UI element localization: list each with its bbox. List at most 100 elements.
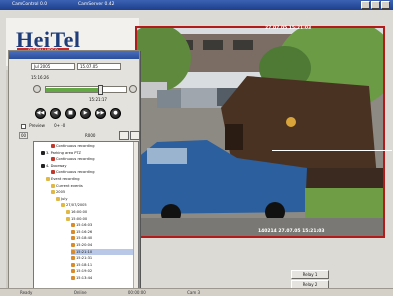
tree-item[interactable]: Continuous recording (51, 156, 136, 162)
tree-item-label: 16:00:00 (71, 210, 88, 214)
tree-scrollbar[interactable] (133, 142, 138, 290)
time-readout: 15:16:26 (31, 75, 49, 80)
speed-label: 00 (19, 132, 28, 139)
tree-item[interactable]: 15:19:02 (71, 268, 136, 274)
tree-item-label: 2005 (56, 190, 66, 195)
tree-item[interactable]: 15:18:11 (71, 262, 136, 268)
tree-item[interactable]: Event recording (46, 176, 136, 182)
tree-item[interactable]: 3. Parking area PTZ (41, 150, 136, 156)
tree-item-label: 3. Parking area PTZ (46, 150, 82, 155)
play-button[interactable]: ▶ (80, 108, 91, 119)
tree-item-label: 4. Doorway (46, 163, 67, 168)
speed-row: 00 R000 (19, 131, 140, 140)
folder-icon (56, 196, 60, 201)
tree-item[interactable]: 15:20:04 (71, 242, 136, 248)
folder-icon (61, 203, 65, 208)
minimize-button[interactable] (361, 1, 370, 9)
tree-item-label: 15:21:10 (76, 249, 93, 254)
statusbar: Ready Online 00:00:00 Cam 3 (0, 288, 393, 296)
end-time: 15:21:17 (89, 97, 107, 102)
tree-item[interactable]: July (56, 196, 136, 202)
tree-item-label: 15:19:02 (76, 269, 93, 274)
workspace: HeiTel DIGITAL VIDEO (0, 10, 393, 296)
clip-icon (71, 223, 75, 228)
clip-icon (71, 229, 75, 234)
step-back-button[interactable]: ◀ (50, 108, 61, 119)
window-controls (361, 1, 390, 9)
tree-item[interactable]: 15:21:10 (71, 248, 136, 255)
rewind-knob[interactable] (33, 85, 41, 93)
tree-item-label: 15:00:00 (71, 216, 88, 221)
video-frame[interactable] (135, 26, 385, 238)
save-icon[interactable] (130, 131, 140, 140)
tree-item-label: Continuous recording (56, 170, 95, 175)
fast-forward-button[interactable]: ▶▶ (95, 108, 106, 119)
tree-item[interactable]: Continuous recording (51, 143, 136, 149)
camera-icon (51, 144, 55, 148)
status-online: Online (73, 290, 87, 295)
fast-rewind-button[interactable]: ◀◀ (35, 108, 46, 119)
tree-item[interactable]: 4. Doorway (41, 163, 136, 169)
tree-item-label: 15:21:31 (76, 256, 93, 261)
app-titlebar: CamControl 0.0 CamServer 0.42 (0, 0, 393, 10)
folder-icon (51, 183, 55, 188)
window-title: CamControl 0.0 (12, 2, 48, 7)
folder-icon (66, 210, 70, 214)
tree-item[interactable]: 27/07/2005 (61, 202, 136, 208)
status-time: 00:00:00 (127, 290, 146, 295)
preview-value: 0+ -0 (54, 123, 66, 128)
control-window: Jul 2005 15.07.05 15:16:26 15:21:17 ◀◀ ◀… (8, 50, 140, 296)
clip-icon (71, 249, 75, 254)
clip-icon (71, 256, 75, 261)
slider-handle[interactable] (98, 85, 104, 95)
tree-item[interactable]: 15:16:03 (71, 222, 136, 228)
relay-1-button[interactable]: Relay 1 (291, 270, 329, 279)
speed-value: R000 (85, 133, 96, 138)
tree-item[interactable]: 15:16:26 (71, 229, 136, 235)
tree-item-label: Continuous recording (56, 157, 95, 162)
control-window-titlebar (9, 51, 139, 59)
preview-option[interactable]: Preview 0+ -0 (21, 123, 65, 129)
status-camera: Cam 3 (187, 290, 201, 295)
camera-icon (51, 157, 55, 162)
recording-tree[interactable]: Continuous recording 3. Parking area PTZ C… (33, 141, 139, 291)
tree-item[interactable]: 2005 (51, 189, 136, 195)
clip-icon (71, 262, 75, 267)
folder-icon (51, 190, 55, 195)
folder-icon (46, 177, 50, 181)
tree-item-label: 15:16:03 (76, 223, 93, 228)
tree-item-label: 15:20:04 (76, 243, 93, 247)
clip-icon (71, 269, 75, 274)
clip-icon (71, 276, 75, 280)
playback-controls: ◀◀ ◀ ■ ▶ ▶▶ ● (35, 108, 121, 119)
tree-item-label: 15:16:26 (76, 229, 93, 234)
month-field[interactable]: Jul 2005 (31, 63, 75, 70)
tree-item[interactable]: 15:00:00 (66, 216, 136, 222)
preview-checkbox[interactable] (21, 123, 26, 129)
stop-button[interactable]: ■ (65, 108, 76, 119)
status-text: Ready (20, 290, 33, 295)
record-button[interactable]: ● (110, 108, 121, 119)
tree-item[interactable]: 16:00:00 (66, 209, 136, 215)
tree-item-label: Continuous recording (56, 144, 95, 148)
position-slider[interactable] (45, 85, 127, 95)
tree-item[interactable]: Current events (51, 183, 136, 189)
video-timestamp: 140214 27.07.05 15:21:03 (258, 229, 325, 234)
tree-item-label: Current events (56, 183, 83, 188)
camera-icon (51, 170, 55, 175)
tree-item-label: 15:18:40 (76, 236, 93, 241)
camera-image (137, 28, 383, 236)
camera-icon (41, 163, 45, 168)
date-field[interactable]: 15.07.05 (77, 63, 121, 70)
close-button[interactable] (381, 1, 390, 9)
tree-item[interactable]: 15:13:44 (71, 275, 136, 281)
tree-item[interactable]: Continuous recording (51, 169, 136, 175)
tree-item-label: July (61, 196, 68, 201)
tree-item[interactable]: 15:18:40 (71, 235, 136, 241)
clip-icon (71, 236, 75, 241)
apply-icon[interactable] (119, 131, 129, 140)
forward-knob[interactable] (129, 85, 137, 93)
tree-item[interactable]: 15:21:31 (71, 255, 136, 261)
maximize-button[interactable] (371, 1, 380, 9)
video-overlay-title: 27.07.05 15:21:03 (265, 26, 312, 31)
